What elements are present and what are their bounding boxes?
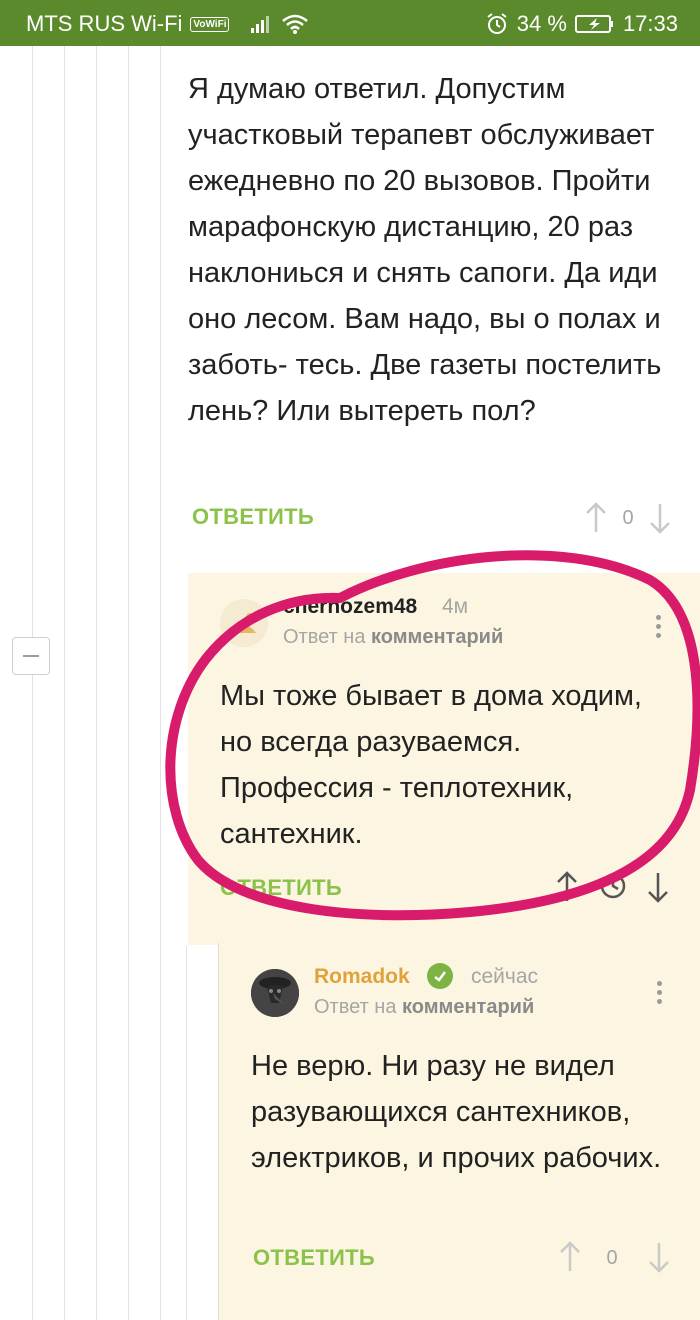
alarm-icon (487, 13, 507, 34)
comment-time: 4м (442, 595, 469, 618)
status-bar: MTS RUS Wi-Fi VoWiFi 34 % 17:33 (0, 0, 700, 46)
reply-button[interactable]: ОТВЕТИТЬ (192, 504, 314, 530)
avatar[interactable] (220, 599, 268, 647)
vowifi-badge: VoWiFi (190, 16, 230, 32)
reply-button[interactable]: ОТВЕТИТЬ (220, 875, 342, 901)
comment-body: Я думаю ответил. Допустим участковый тер… (188, 73, 662, 427)
comment-body: Не верю. Ни разу не видел разувающихся с… (251, 1050, 662, 1174)
rating-count: 0 (606, 1247, 618, 1269)
avatar-image-icon (220, 599, 268, 647)
downvote-icon[interactable] (647, 1239, 671, 1275)
clock: 17:33 (622, 11, 678, 36)
upvote-icon[interactable] (584, 500, 608, 536)
downvote-icon[interactable] (648, 500, 672, 536)
battery-icon (574, 15, 613, 33)
plague-doctor-avatar-icon (251, 969, 299, 1017)
signal-icon (251, 16, 270, 33)
author-name[interactable]: chernozem48 (283, 595, 417, 619)
reply-to-link[interactable]: комментарий (402, 996, 534, 1018)
reply-to-link[interactable]: комментарий (371, 626, 503, 648)
comment-highlighted: chernozem48 4м Ответ на комментарий Мы т… (188, 573, 700, 945)
comment-reply: Romadok сейчас Ответ на комментарий Не в… (218, 943, 700, 1320)
clock-icon (600, 873, 626, 899)
carrier-label: MTS RUS Wi-Fi (26, 11, 183, 36)
upvote-icon[interactable] (558, 1239, 582, 1275)
verified-icon (427, 963, 453, 989)
more-options-icon[interactable] (656, 615, 662, 643)
reply-to-label: Ответ на комментарий (314, 996, 535, 1018)
battery-percent: 34 % (516, 11, 567, 36)
comment-time: сейчас (471, 965, 539, 988)
author-name[interactable]: Romadok (314, 965, 410, 989)
upvote-icon[interactable] (555, 869, 579, 905)
comment-actions: ОТВЕТИТЬ 0 (192, 500, 672, 536)
rating-count: 0 (622, 506, 634, 529)
avatar[interactable] (251, 969, 299, 1017)
wifi-icon (282, 14, 309, 34)
reply-to-label: Ответ на комментарий (283, 626, 504, 648)
reply-button[interactable]: ОТВЕТИТЬ (253, 1245, 375, 1271)
comment-body: Мы тоже бывает в дома ходим, но всегда р… (220, 680, 642, 850)
collapse-thread-button[interactable] (12, 637, 50, 675)
more-options-icon[interactable] (657, 981, 663, 1009)
downvote-icon[interactable] (646, 869, 670, 905)
